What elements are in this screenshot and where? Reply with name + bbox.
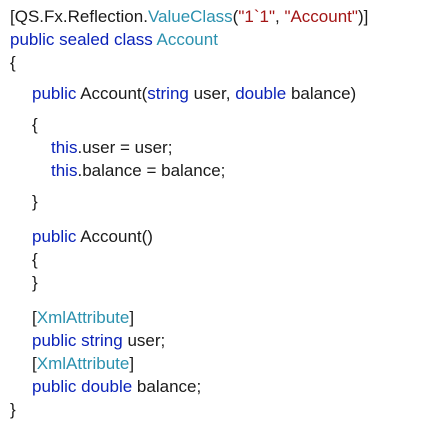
code-token: ]	[129, 308, 135, 327]
code-line-constructor-signature: public Account(string user, double balan…	[10, 82, 424, 105]
code-line-class-open-brace: {	[10, 51, 424, 74]
code-token: }	[10, 400, 16, 419]
code-token-keyword: public double	[32, 377, 133, 396]
code-token: Account()	[76, 227, 153, 246]
code-token: .balance = balance;	[77, 161, 226, 180]
code-line-constructor-open-brace: {	[10, 113, 424, 136]
code-token: {	[32, 250, 38, 269]
code-token: }	[32, 273, 38, 292]
code-line-class-declaration: public sealed class Account	[10, 28, 424, 51]
code-line-default-open-brace: {	[10, 248, 424, 271]
code-token: Account(	[76, 84, 148, 103]
code-token-keyword: public	[32, 227, 77, 246]
code-token: {	[32, 115, 38, 134]
code-line-field-balance: public double balance;	[10, 375, 424, 398]
code-line-field-user: public string user;	[10, 329, 424, 352]
code-token-keyword: this	[51, 138, 78, 157]
code-token: balance;	[132, 377, 202, 396]
code-line-assign-user: this.user = user;	[10, 136, 424, 159]
code-line-xml-attribute-user: [XmlAttribute]	[10, 306, 424, 329]
code-token-type: Account	[156, 30, 218, 49]
code-token-keyword: string	[147, 84, 189, 103]
code-token: )]	[357, 7, 369, 26]
code-token-keyword: public sealed class	[10, 30, 153, 49]
code-token-string: "Account"	[284, 7, 358, 26]
code-block: [QS.Fx.Reflection.ValueClass("1`1", "Acc…	[10, 5, 424, 421]
code-token-keyword: public	[32, 84, 77, 103]
code-token: }	[32, 192, 38, 211]
code-line-class-close-brace: }	[10, 398, 424, 421]
code-line-attribute: [QS.Fx.Reflection.ValueClass("1`1", "Acc…	[10, 5, 424, 28]
code-token: user,	[188, 84, 236, 103]
code-line-default-close-brace: }	[10, 271, 424, 294]
code-line-constructor-close-brace: }	[10, 190, 424, 213]
code-token-keyword: public string	[32, 331, 123, 350]
code-line-assign-balance: this.balance = balance;	[10, 159, 424, 182]
code-token-type: XmlAttribute	[36, 308, 130, 327]
code-token: user;	[122, 331, 166, 350]
code-line-xml-attribute-balance: [XmlAttribute]	[10, 352, 424, 375]
code-token: balance)	[286, 84, 357, 103]
code-token: [QS.Fx.Reflection.	[10, 7, 148, 26]
code-token-keyword: double	[235, 84, 287, 103]
code-token-type: XmlAttribute	[36, 354, 130, 373]
code-line-default-constructor: public Account()	[10, 225, 424, 248]
code-token: ]	[129, 354, 135, 373]
code-token: .user = user;	[77, 138, 173, 157]
code-token-type: ValueClass	[147, 7, 233, 26]
code-token-keyword: this	[51, 161, 78, 180]
code-token-string: "1`1"	[238, 7, 275, 26]
code-token: {	[10, 53, 16, 72]
